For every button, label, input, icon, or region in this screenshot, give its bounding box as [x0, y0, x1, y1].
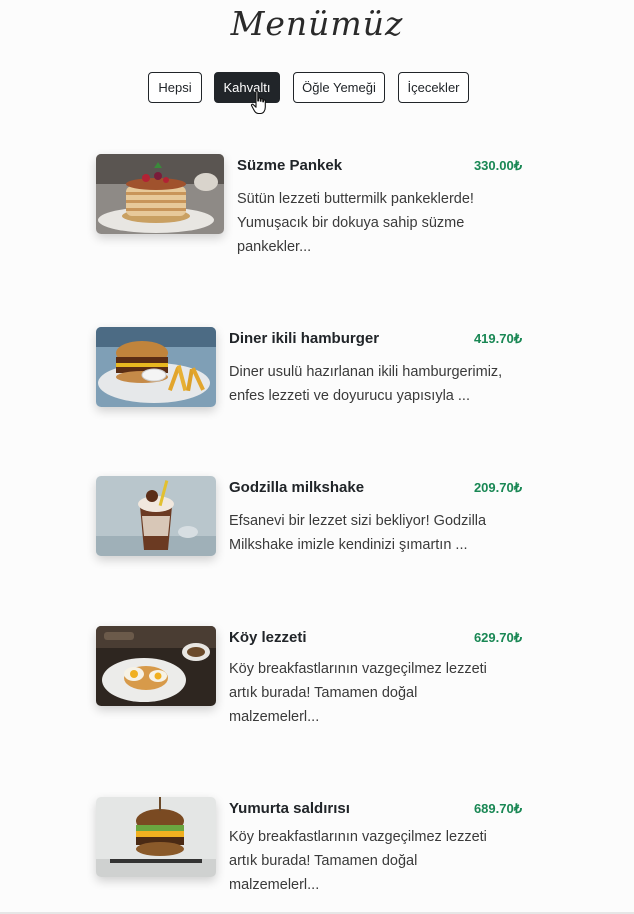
menu-item-card[interactable]: Godzilla milkshake 209.70₺ Efsanevi bir …	[0, 476, 634, 566]
filter-icecekler-button[interactable]: İçecekler	[398, 72, 469, 103]
item-description: Köy breakfastlarının vazgeçilmez lezzeti…	[229, 661, 487, 725]
egg-burger-photo	[96, 797, 216, 877]
filter-ogle-yemegi-button[interactable]: Öğle Yemeği	[293, 72, 385, 103]
item-price: 689.70₺	[473, 801, 522, 816]
item-name: Godzilla milkshake	[229, 479, 365, 496]
menu-item-card[interactable]: Köy lezzeti 629.70₺ Köy breakfastlarının…	[0, 626, 634, 736]
village-breakfast-photo	[96, 626, 216, 706]
item-description: Sütün lezzeti buttermilk pankeklerde! Yu…	[237, 191, 474, 255]
milkshake-photo	[96, 476, 216, 556]
item-price: 629.70₺	[473, 630, 522, 645]
item-description: Efsanevi bir lezzet sizi bekliyor! Godzi…	[229, 513, 487, 553]
item-description: Diner usulü hazırlanan ikili hamburgerim…	[229, 364, 503, 404]
item-name: Yumurta saldırısı	[229, 800, 350, 817]
category-filter-bar: Hepsi Kahvaltı Öğle Yemeği İçecekler	[0, 72, 634, 104]
item-name: Köy lezzeti	[229, 629, 307, 646]
page-title: Menümüz	[230, 4, 404, 43]
burger-photo	[96, 327, 216, 407]
item-price: 330.00₺	[473, 158, 522, 173]
filter-kahvalti-button[interactable]: Kahvaltı	[214, 72, 280, 103]
item-price: 209.70₺	[473, 480, 522, 495]
item-name: Diner ikili hamburger	[229, 330, 380, 347]
item-price: 419.70₺	[473, 331, 522, 346]
item-description: Köy breakfastlarının vazgeçilmez lezzeti…	[229, 829, 487, 893]
filter-hepsi-button[interactable]: Hepsi	[148, 72, 202, 103]
menu-item-card[interactable]: Süzme Pankek 330.00₺ Sütün lezzeti butte…	[0, 154, 634, 264]
menu-item-card[interactable]: Diner ikili hamburger 419.70₺ Diner usul…	[0, 327, 634, 417]
item-name: Süzme Pankek	[237, 157, 343, 174]
menu-item-card[interactable]: Yumurta saldırısı 689.70₺ Köy breakfastl…	[0, 797, 634, 907]
pancake-photo	[96, 154, 224, 234]
